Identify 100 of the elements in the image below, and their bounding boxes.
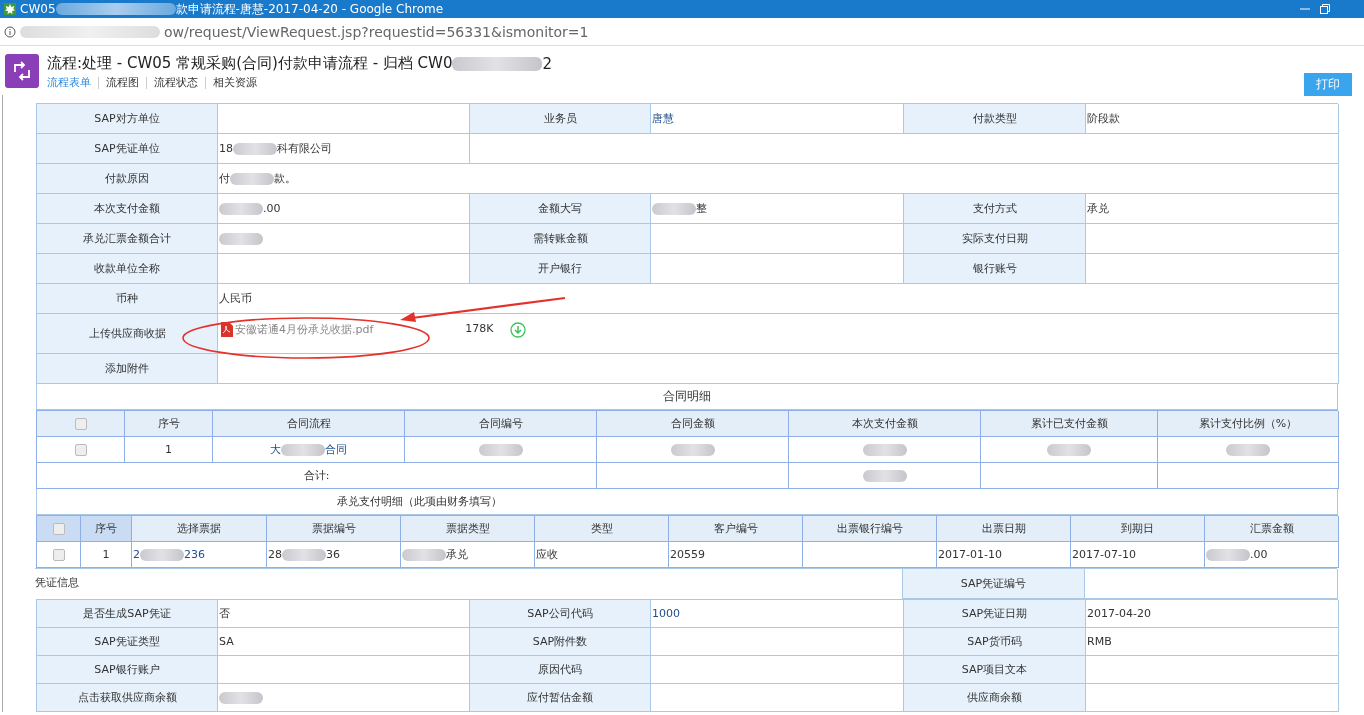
redaction-blur <box>230 172 274 185</box>
field-label: 本次支付金额 <box>37 194 218 224</box>
column-header: 合同编号 <box>405 411 597 437</box>
column-header: 序号 <box>125 411 213 437</box>
field-label: SAP凭证日期 <box>904 600 1086 628</box>
select-all-checkbox[interactable] <box>74 417 87 430</box>
field-label: SAP凭证类型 <box>37 628 218 656</box>
field-label: 银行账号 <box>904 254 1086 284</box>
info-icon[interactable] <box>4 25 16 38</box>
table-cell: 承兑 <box>446 547 468 562</box>
field-value: 整 <box>696 201 707 216</box>
page-title: 流程:处理 - CW05 常规采购(合同)付款申请流程 - 归档 CW0 <box>47 54 453 73</box>
redaction-blur <box>862 469 907 482</box>
field-value: 人民币 <box>219 291 252 306</box>
field-label: SAP公司代码 <box>470 600 651 628</box>
column-header: 出票银行编号 <box>803 516 937 542</box>
column-header: 序号 <box>81 516 132 542</box>
download-icon[interactable] <box>509 322 526 338</box>
redaction-blur <box>1206 548 1250 561</box>
column-header: 到期日 <box>1071 516 1205 542</box>
column-header: 客户编号 <box>669 516 803 542</box>
total-label: 合计: <box>303 468 330 483</box>
redaction-blur <box>862 443 907 456</box>
field-label: 收款单位全称 <box>37 254 218 284</box>
table-cell: 36 <box>326 548 340 561</box>
table-cell: 应收 <box>536 547 558 562</box>
redaction-blur <box>219 232 263 245</box>
row-checkbox[interactable] <box>52 548 65 561</box>
column-header: 累计已支付金额 <box>981 411 1158 437</box>
redaction-blur <box>140 548 184 561</box>
table-link[interactable]: 大 <box>270 442 281 457</box>
column-header: 累计支付比例（%） <box>1158 411 1339 437</box>
redaction-blur <box>281 443 325 456</box>
field-label: 上传供应商收据 <box>37 314 218 354</box>
field-value: 承兑 <box>1087 201 1109 216</box>
field-value: 付 <box>219 171 230 186</box>
field-label: 添加附件 <box>37 354 218 384</box>
redaction-blur <box>219 691 263 704</box>
field-label: 点击获取供应商余额 <box>37 684 218 712</box>
table-cell: 2017-07-10 <box>1072 548 1136 561</box>
column-header: 合同金额 <box>597 411 789 437</box>
table-cell: 1 <box>102 548 110 561</box>
field-label: 应付暂估金额 <box>470 684 651 712</box>
field-label: 支付方式 <box>904 194 1086 224</box>
redaction-blur <box>478 443 523 456</box>
window-title: CW05 <box>20 2 56 16</box>
field-value: 18 <box>219 142 233 155</box>
workflow-logo-icon <box>5 54 39 88</box>
section-title: 合同明细 <box>663 388 711 405</box>
field-value: 阶段款 <box>1087 111 1120 126</box>
section-title: 凭证信息 <box>35 575 79 590</box>
column-header: 合同流程 <box>213 411 405 437</box>
redaction-blur <box>670 443 715 456</box>
field-label: 币种 <box>37 284 218 314</box>
field-label: 开户银行 <box>470 254 651 284</box>
page-title: 2 <box>542 54 552 73</box>
table-link[interactable]: 2 <box>133 548 140 561</box>
field-label: 供应商余额 <box>904 684 1086 712</box>
field-label: SAP凭证单位 <box>37 134 218 164</box>
attachment-link[interactable]: 安徽诺通4月份承兑收据.pdf <box>235 322 374 337</box>
redaction-blur <box>652 202 696 215</box>
field-value: .00 <box>263 202 281 215</box>
app-icon <box>4 3 16 15</box>
table-link[interactable]: 合同 <box>325 442 347 457</box>
table-cell: 28 <box>268 548 282 561</box>
redaction-blur <box>282 548 326 561</box>
redaction-blur <box>1226 443 1270 456</box>
field-label: 原因代码 <box>470 656 651 684</box>
window-title: 款申请流程-唐慧-2017-04-20 - Google Chrome <box>175 0 444 18</box>
column-header: 票据类型 <box>401 516 535 542</box>
table-cell: 1 <box>165 443 172 456</box>
tab[interactable]: 流程表单 <box>47 77 98 89</box>
field-value: 款。 <box>274 171 296 186</box>
tab[interactable]: 相关资源 <box>205 77 264 89</box>
value-link[interactable]: 唐慧 <box>652 111 674 126</box>
field-label: 付款类型 <box>904 104 1086 134</box>
tab[interactable]: 流程图 <box>98 77 146 89</box>
field-label: SAP附件数 <box>470 628 651 656</box>
table-cell: .00 <box>1250 548 1268 561</box>
tab[interactable]: 流程状态 <box>146 77 205 89</box>
field-value: SA <box>219 635 234 648</box>
field-label: 承兑汇票金额合计 <box>37 224 218 254</box>
column-header: 本次支付金额 <box>789 411 981 437</box>
redaction-blur <box>219 202 263 215</box>
redaction-blur <box>402 548 446 561</box>
field-label: SAP银行账户 <box>37 656 218 684</box>
restore-icon[interactable] <box>1320 4 1330 14</box>
url-text[interactable]: ow/request/ViewRequest.jsp?requestid=56331&ismonitor=1 <box>164 23 589 40</box>
column-header: 票据编号 <box>267 516 401 542</box>
field-label: 需转账金额 <box>470 224 651 254</box>
value-link[interactable]: 1000 <box>652 607 680 620</box>
row-checkbox[interactable] <box>74 443 87 456</box>
field-label: 实际支付日期 <box>904 224 1086 254</box>
select-all-checkbox[interactable] <box>52 522 65 535</box>
redaction-blur <box>1047 443 1091 456</box>
field-label: SAP对方单位 <box>37 104 218 134</box>
field-value: 科有限公司 <box>277 141 332 156</box>
column-header: 类型 <box>535 516 669 542</box>
table-link[interactable]: 236 <box>184 548 205 561</box>
redaction-blur <box>233 142 277 155</box>
